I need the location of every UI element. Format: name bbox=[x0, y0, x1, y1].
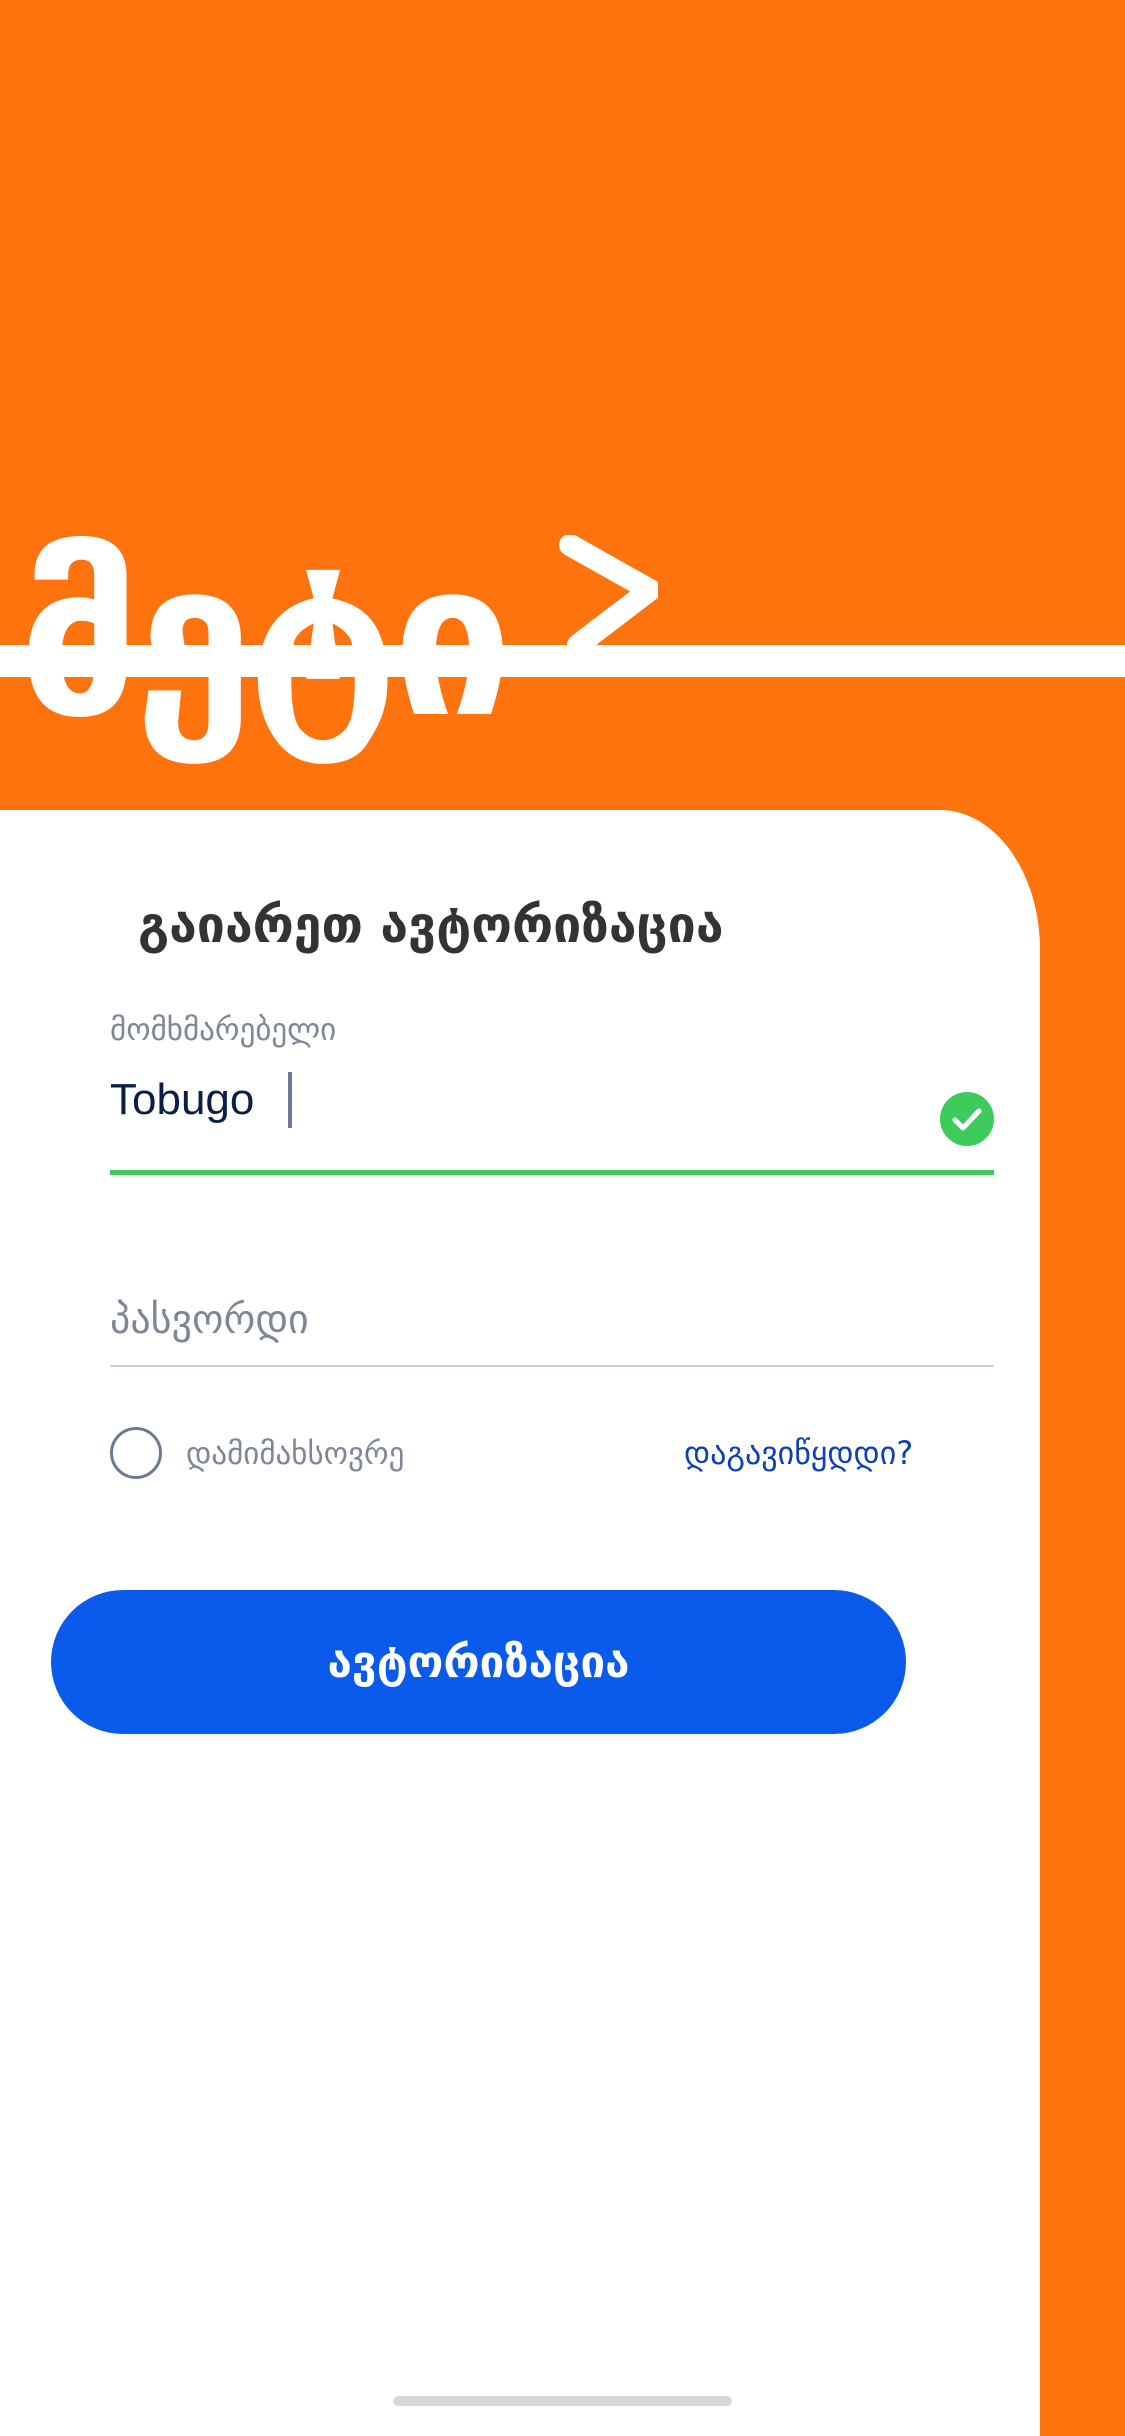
forgot-password-link[interactable]: დაგავიწყდდი? bbox=[684, 1432, 913, 1474]
password-input[interactable] bbox=[110, 1282, 994, 1358]
remember-me-checkbox[interactable] bbox=[110, 1427, 162, 1479]
page-title: გაიარეთ ავტორიზაცია bbox=[138, 896, 724, 954]
hero-banner: მეტი bbox=[0, 0, 1125, 810]
password-underline bbox=[110, 1365, 994, 1367]
username-input[interactable]: Tobugo bbox=[110, 1072, 254, 1128]
brand-logo: მეტი bbox=[18, 505, 658, 775]
login-card: გაიარეთ ავტორიზაცია მომხმარებელი Tobugo … bbox=[0, 810, 1040, 2436]
home-indicator bbox=[393, 2396, 732, 2406]
username-underline bbox=[110, 1170, 994, 1175]
chevron-right-icon bbox=[559, 535, 658, 655]
remember-me-label[interactable]: დამიმახსოვრე bbox=[186, 1434, 404, 1474]
brand-logo-text: მეტი bbox=[18, 514, 513, 765]
username-label: მომხმარებელი bbox=[110, 1012, 337, 1048]
login-button[interactable]: ავტორიზაცია bbox=[51, 1590, 906, 1734]
text-cursor bbox=[288, 1072, 292, 1128]
check-circle-icon bbox=[940, 1092, 994, 1146]
